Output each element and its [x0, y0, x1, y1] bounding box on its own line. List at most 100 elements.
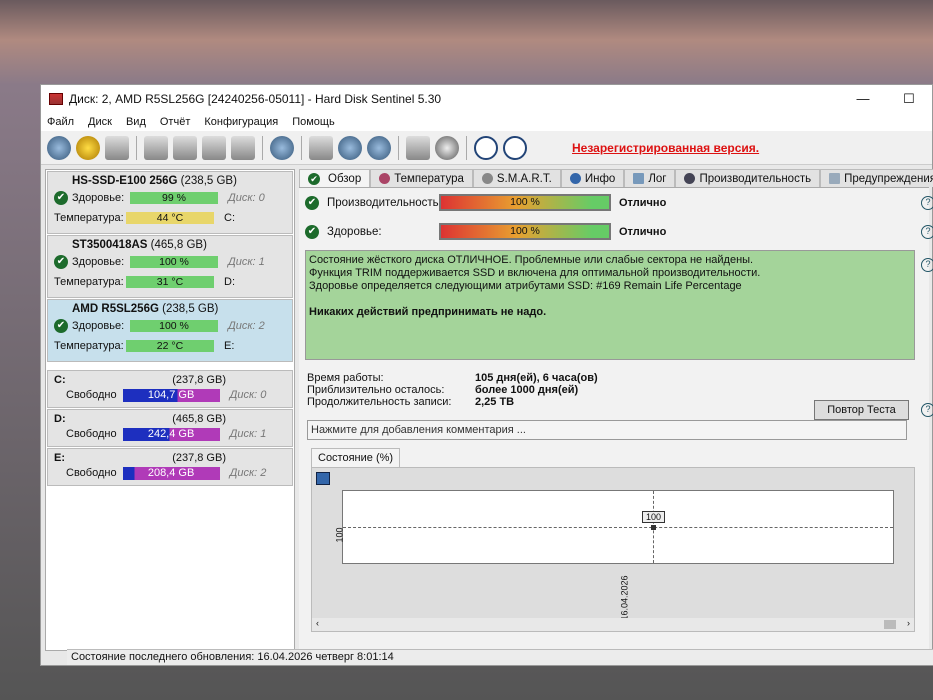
log-icon — [633, 173, 645, 184]
message-recommendation: Никаких действий предпринимать не надо. — [309, 306, 547, 318]
chart-plot-area: 100 — [342, 490, 894, 564]
tools-icon[interactable] — [231, 135, 255, 160]
disk-number: Диск: 1 — [229, 428, 267, 440]
help-icon[interactable]: ? — [921, 225, 933, 239]
help-icon[interactable]: ? — [921, 196, 933, 210]
surface-test-icon[interactable] — [173, 135, 197, 160]
volume-size: (237,8 GB) — [172, 452, 226, 464]
data-label: 100 — [642, 511, 666, 523]
disk-list-panel: HS-SSD-E100 256G (238,5 GB) ✔ Здоровье: 99… — [45, 169, 295, 651]
volume-item[interactable]: E: (237,8 GB) Свободно 208,4 GB Диск: 2 — [47, 448, 293, 486]
chart-tab[interactable]: Состояние (%) — [311, 448, 401, 467]
disk-size: (238,5 GB) — [162, 303, 219, 315]
chart-scrollbar[interactable]: ‹ › — [312, 618, 914, 631]
main-panel: ✔ Обзор Температура S.M.A.R.T. Инфо Лог П… — [299, 169, 933, 651]
alerts-icon — [829, 173, 841, 184]
globe-icon[interactable] — [270, 135, 294, 160]
save-icon[interactable] — [316, 472, 330, 485]
network-icon[interactable] — [367, 135, 391, 160]
message-line: Здоровье определяется следующими атрибут… — [309, 280, 742, 292]
health-label: Здоровье: — [72, 192, 125, 204]
minimize-button[interactable]: — — [840, 91, 886, 107]
tab-label: Инфо — [584, 172, 616, 185]
maximize-button[interactable]: ☐ — [886, 91, 932, 107]
refresh-icon[interactable] — [47, 135, 71, 160]
tab-info[interactable]: Инфо — [560, 169, 625, 187]
report-icon[interactable] — [309, 135, 333, 160]
comment-field[interactable]: Нажмите для добавления комментария ... — [307, 420, 907, 440]
thermometer-icon — [379, 173, 391, 184]
health-bar: 99 % — [130, 192, 218, 204]
unregistered-link[interactable]: Незарегистрированная версия. — [572, 141, 759, 155]
stat-value: 105 дня(ей), 6 часа(ов) — [475, 372, 598, 384]
tab-performance[interactable]: Производительность — [675, 169, 821, 187]
check-icon: ✔ — [54, 319, 68, 333]
disk-number: Диск: 0 — [228, 192, 265, 204]
health-bar: 100 % — [130, 256, 218, 268]
stat-label: Время работы: — [307, 372, 384, 384]
message-line: Состояние жёсткого диска ОТЛИЧНОЕ. Пробл… — [309, 254, 754, 266]
app-window: Диск: 2, AMD R5SL256G [24240256-05011] -… — [40, 84, 933, 666]
stat-label: Приблизительно осталось: — [307, 384, 445, 396]
test-icon[interactable] — [144, 135, 168, 160]
info-icon[interactable] — [503, 135, 527, 160]
tab-smart[interactable]: S.M.A.R.T. — [472, 169, 561, 187]
stat-value: более 1000 дня(ей) — [475, 384, 579, 396]
volume-size: (465,8 GB) — [172, 413, 226, 425]
x-tick: 16.04.2026 — [619, 575, 630, 621]
retest-button[interactable]: Повтор Теста — [814, 400, 909, 420]
free-space-bar: 242,4 GB — [122, 427, 220, 441]
disk-size: (238,5 GB) — [180, 175, 237, 187]
tab-log[interactable]: Лог — [624, 169, 676, 187]
help-icon[interactable]: ? — [921, 403, 933, 417]
menu-bar: Файл Диск Вид Отчёт Конфигурация Помощь — [41, 112, 932, 131]
check-icon: ✔ — [54, 255, 68, 269]
tab-label: Предупреждения — [844, 172, 933, 185]
volume-item[interactable]: C: (237,8 GB) Свободно 104,7 GB Диск: 0 — [47, 370, 293, 408]
menu-file[interactable]: Файл — [47, 116, 74, 128]
tab-overview[interactable]: ✔ Обзор — [299, 169, 371, 187]
health-bar: 100 % — [439, 223, 611, 240]
menu-report[interactable]: Отчёт — [160, 116, 190, 128]
temp-label: Температура: — [54, 340, 124, 352]
temp-label: Температура: — [54, 276, 124, 288]
tab-label: Обзор — [328, 172, 362, 185]
volume-item[interactable]: D: (465,8 GB) Свободно 242,4 GB Диск: 1 — [47, 409, 293, 447]
temp-label: Температура: — [54, 212, 124, 224]
tab-temperature[interactable]: Температура — [370, 169, 473, 187]
performance-icon — [684, 173, 696, 184]
volume-name: C: — [54, 374, 66, 386]
health-status: Отлично — [619, 225, 667, 238]
verify-icon[interactable] — [202, 135, 226, 160]
menu-view[interactable]: Вид — [126, 116, 146, 128]
help-icon[interactable] — [474, 135, 498, 160]
tab-label: Температура — [394, 172, 464, 185]
volume-letter: D: — [224, 276, 235, 288]
sound-icon[interactable] — [435, 135, 459, 160]
free-label: Свободно — [66, 389, 117, 401]
volume-name: E: — [54, 452, 65, 464]
free-label: Свободно — [66, 467, 117, 479]
tab-alerts[interactable]: Предупреждения — [820, 169, 933, 187]
free-label: Свободно — [66, 428, 117, 440]
menu-help[interactable]: Помощь — [292, 116, 335, 128]
settings-icon[interactable] — [406, 135, 430, 160]
data-point — [651, 525, 656, 530]
disk-item[interactable]: ST3500418AS (465,8 GB) ✔ Здоровье: 100 % Ди… — [47, 235, 293, 298]
temp-bar: 44 °C — [126, 212, 214, 224]
sync-icon[interactable] — [338, 135, 362, 160]
tab-label: S.M.A.R.T. — [496, 172, 552, 185]
help-icon[interactable]: ? — [921, 258, 933, 272]
menu-disk[interactable]: Диск — [88, 116, 112, 128]
warning-icon[interactable] — [76, 135, 100, 160]
tab-bar: ✔ Обзор Температура S.M.A.R.T. Инфо Лог П… — [299, 169, 933, 188]
temp-bar: 22 °C — [126, 340, 214, 352]
disk-icon[interactable] — [105, 135, 129, 160]
menu-config[interactable]: Конфигурация — [204, 116, 278, 128]
disk-item[interactable]: HS-SSD-E100 256G (238,5 GB) ✔ Здоровье: 99… — [47, 171, 293, 234]
disk-number: Диск: 1 — [228, 256, 265, 268]
health-label: Здоровье: — [327, 225, 382, 238]
disk-item-selected[interactable]: AMD R5SL256G (238,5 GB) ✔ Здоровье: 100 % Д… — [47, 299, 293, 362]
disk-number: Диск: 2 — [229, 467, 267, 479]
app-icon — [49, 92, 63, 105]
